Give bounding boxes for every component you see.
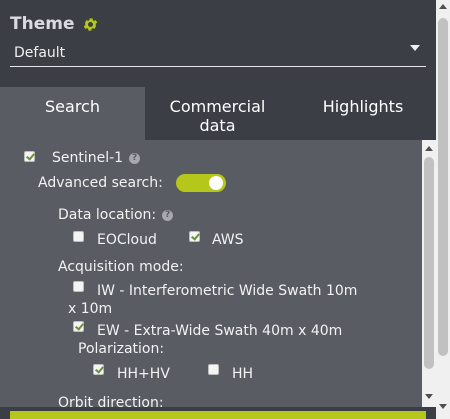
scroll-down-icon[interactable] (425, 394, 433, 399)
data-location-row: Data location:? (58, 207, 174, 223)
hh-hv-label: HH+HV (117, 366, 170, 382)
gear-icon[interactable] (82, 16, 99, 33)
aws-checkbox[interactable] (189, 231, 200, 242)
tab-search[interactable]: Search (0, 87, 145, 140)
hh-hv-checkbox[interactable] (93, 364, 104, 375)
iw-label-line2: x 10m (68, 301, 113, 317)
scroll-down-icon[interactable] (439, 404, 447, 409)
sentinel1-row: Sentinel-1? (52, 150, 141, 166)
theme-title: Theme (10, 14, 99, 34)
hh-label: HH (232, 366, 254, 382)
help-icon[interactable]: ? (129, 153, 141, 164)
polarization-label: Polarization: (78, 341, 165, 357)
sentinel1-label: Sentinel-1 (52, 150, 124, 166)
theme-title-label: Theme (10, 14, 75, 34)
toggle-knob (209, 176, 223, 190)
orbit-direction-label: Orbit direction: (58, 395, 164, 407)
ew-label: EW - Extra-Wide Swath 40m x 40m (97, 323, 343, 339)
advanced-search-label: Advanced search: (38, 175, 163, 191)
search-panel: Sentinel-1? Advanced search: Data locati… (0, 140, 422, 407)
tab-commercial-data[interactable]: Commercial data (145, 87, 290, 140)
tab-commercial-data-label: Commercial data (169, 97, 266, 135)
scrollbar-thumb[interactable] (438, 18, 448, 356)
theme-select[interactable]: Default (10, 40, 426, 67)
scroll-up-icon[interactable] (425, 146, 433, 151)
data-location-label: Data location: (58, 207, 157, 223)
eocloud-label: EOCloud (97, 232, 157, 248)
iw-label-line1: IW - Interferometric Wide Swath 10m (97, 283, 358, 299)
eocloud-checkbox[interactable] (73, 231, 84, 242)
tab-highlights[interactable]: Highlights (290, 87, 436, 140)
tab-search-label: Search (45, 97, 100, 116)
sentinel1-checkbox[interactable] (24, 151, 35, 162)
hh-checkbox[interactable] (208, 364, 219, 375)
aws-label: AWS (212, 232, 244, 248)
theme-select-value: Default (14, 45, 66, 61)
iw-checkbox[interactable] (73, 281, 84, 292)
acquisition-mode-label: Acquisition mode: (58, 259, 184, 275)
chevron-down-icon (410, 45, 420, 51)
scroll-up-icon[interactable] (439, 4, 447, 9)
scrollbar-thumb[interactable] (424, 157, 434, 369)
advanced-search-toggle[interactable] (176, 174, 226, 192)
tab-highlights-label: Highlights (322, 97, 404, 116)
bottom-accent-bar (10, 411, 426, 419)
page-scrollbar[interactable] (436, 0, 450, 419)
theme-header: Theme Default (0, 0, 436, 87)
tab-bar: Search Commercial data Highlights (0, 87, 436, 140)
ew-checkbox[interactable] (73, 321, 84, 332)
help-icon[interactable]: ? (162, 210, 174, 221)
panel-scrollbar[interactable] (422, 140, 436, 407)
